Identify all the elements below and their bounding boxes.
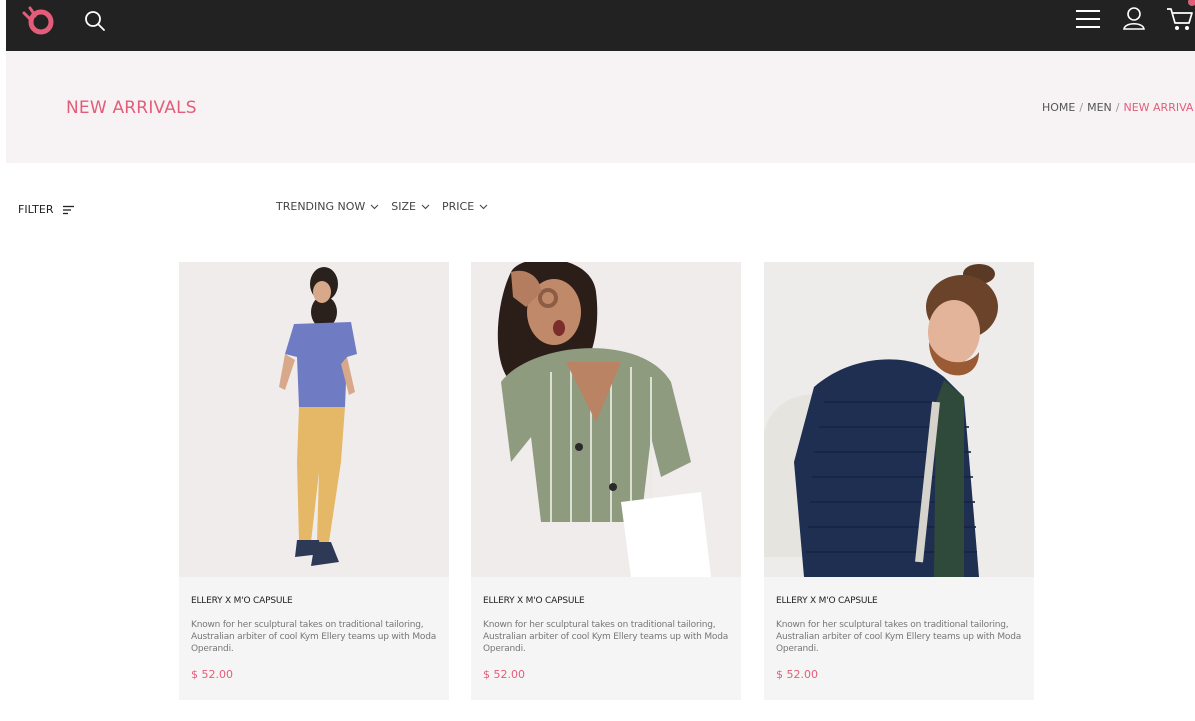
- sort-price[interactable]: PRICE: [442, 200, 488, 213]
- chevron-down-icon: [421, 204, 430, 209]
- product-image[interactable]: [179, 262, 449, 577]
- sort-size[interactable]: SIZE: [391, 200, 430, 213]
- page-title: NEW ARRIVALS: [66, 98, 197, 118]
- breadcrumb-home[interactable]: HOME: [1042, 101, 1075, 114]
- top-navbar: [6, 0, 1195, 51]
- sort-trending-label: TRENDING NOW: [276, 200, 366, 213]
- breadcrumb-current: NEW ARRIVA: [1123, 101, 1194, 114]
- cart-icon[interactable]: [1166, 6, 1194, 32]
- product-name[interactable]: ELLERY X M'O CAPSULE: [776, 596, 878, 606]
- product-card[interactable]: ELLERY X M'O CAPSULE Known for her sculp…: [471, 262, 741, 700]
- page-header: NEW ARRIVALS HOME / MEN / NEW ARRIVA: [6, 51, 1195, 163]
- user-icon[interactable]: [1122, 6, 1146, 30]
- search-icon[interactable]: [84, 10, 106, 32]
- product-image[interactable]: [471, 262, 741, 577]
- product-card[interactable]: ELLERY X M'O CAPSULE Known for her sculp…: [179, 262, 449, 700]
- cart-badge: [1188, 0, 1195, 6]
- logo-icon[interactable]: [20, 5, 56, 35]
- sort-trending-now[interactable]: TRENDING NOW: [276, 200, 379, 213]
- product-price: $ 52.00: [483, 668, 525, 681]
- breadcrumb: HOME / MEN / NEW ARRIVA: [1042, 101, 1194, 114]
- product-description: Known for her sculptural takes on tradit…: [191, 620, 437, 654]
- chevron-down-icon: [479, 204, 488, 209]
- sort-price-label: PRICE: [442, 200, 475, 213]
- product-image[interactable]: [764, 262, 1034, 577]
- product-price: $ 52.00: [776, 668, 818, 681]
- sort-size-label: SIZE: [391, 200, 416, 213]
- product-description: Known for her sculptural takes on tradit…: [776, 620, 1022, 654]
- sort-options: TRENDING NOW SIZE PRICE: [276, 200, 488, 213]
- breadcrumb-men[interactable]: MEN: [1087, 101, 1112, 114]
- filter-label: FILTER: [18, 203, 54, 216]
- filter-button[interactable]: FILTER: [18, 203, 75, 216]
- menu-icon[interactable]: [1074, 8, 1102, 30]
- product-name[interactable]: ELLERY X M'O CAPSULE: [483, 596, 585, 606]
- product-name[interactable]: ELLERY X M'O CAPSULE: [191, 596, 293, 606]
- product-card[interactable]: ELLERY X M'O CAPSULE Known for her sculp…: [764, 262, 1034, 700]
- chevron-down-icon: [370, 204, 379, 209]
- product-price: $ 52.00: [191, 668, 233, 681]
- filter-icon: [62, 205, 74, 214]
- product-description: Known for her sculptural takes on tradit…: [483, 620, 729, 654]
